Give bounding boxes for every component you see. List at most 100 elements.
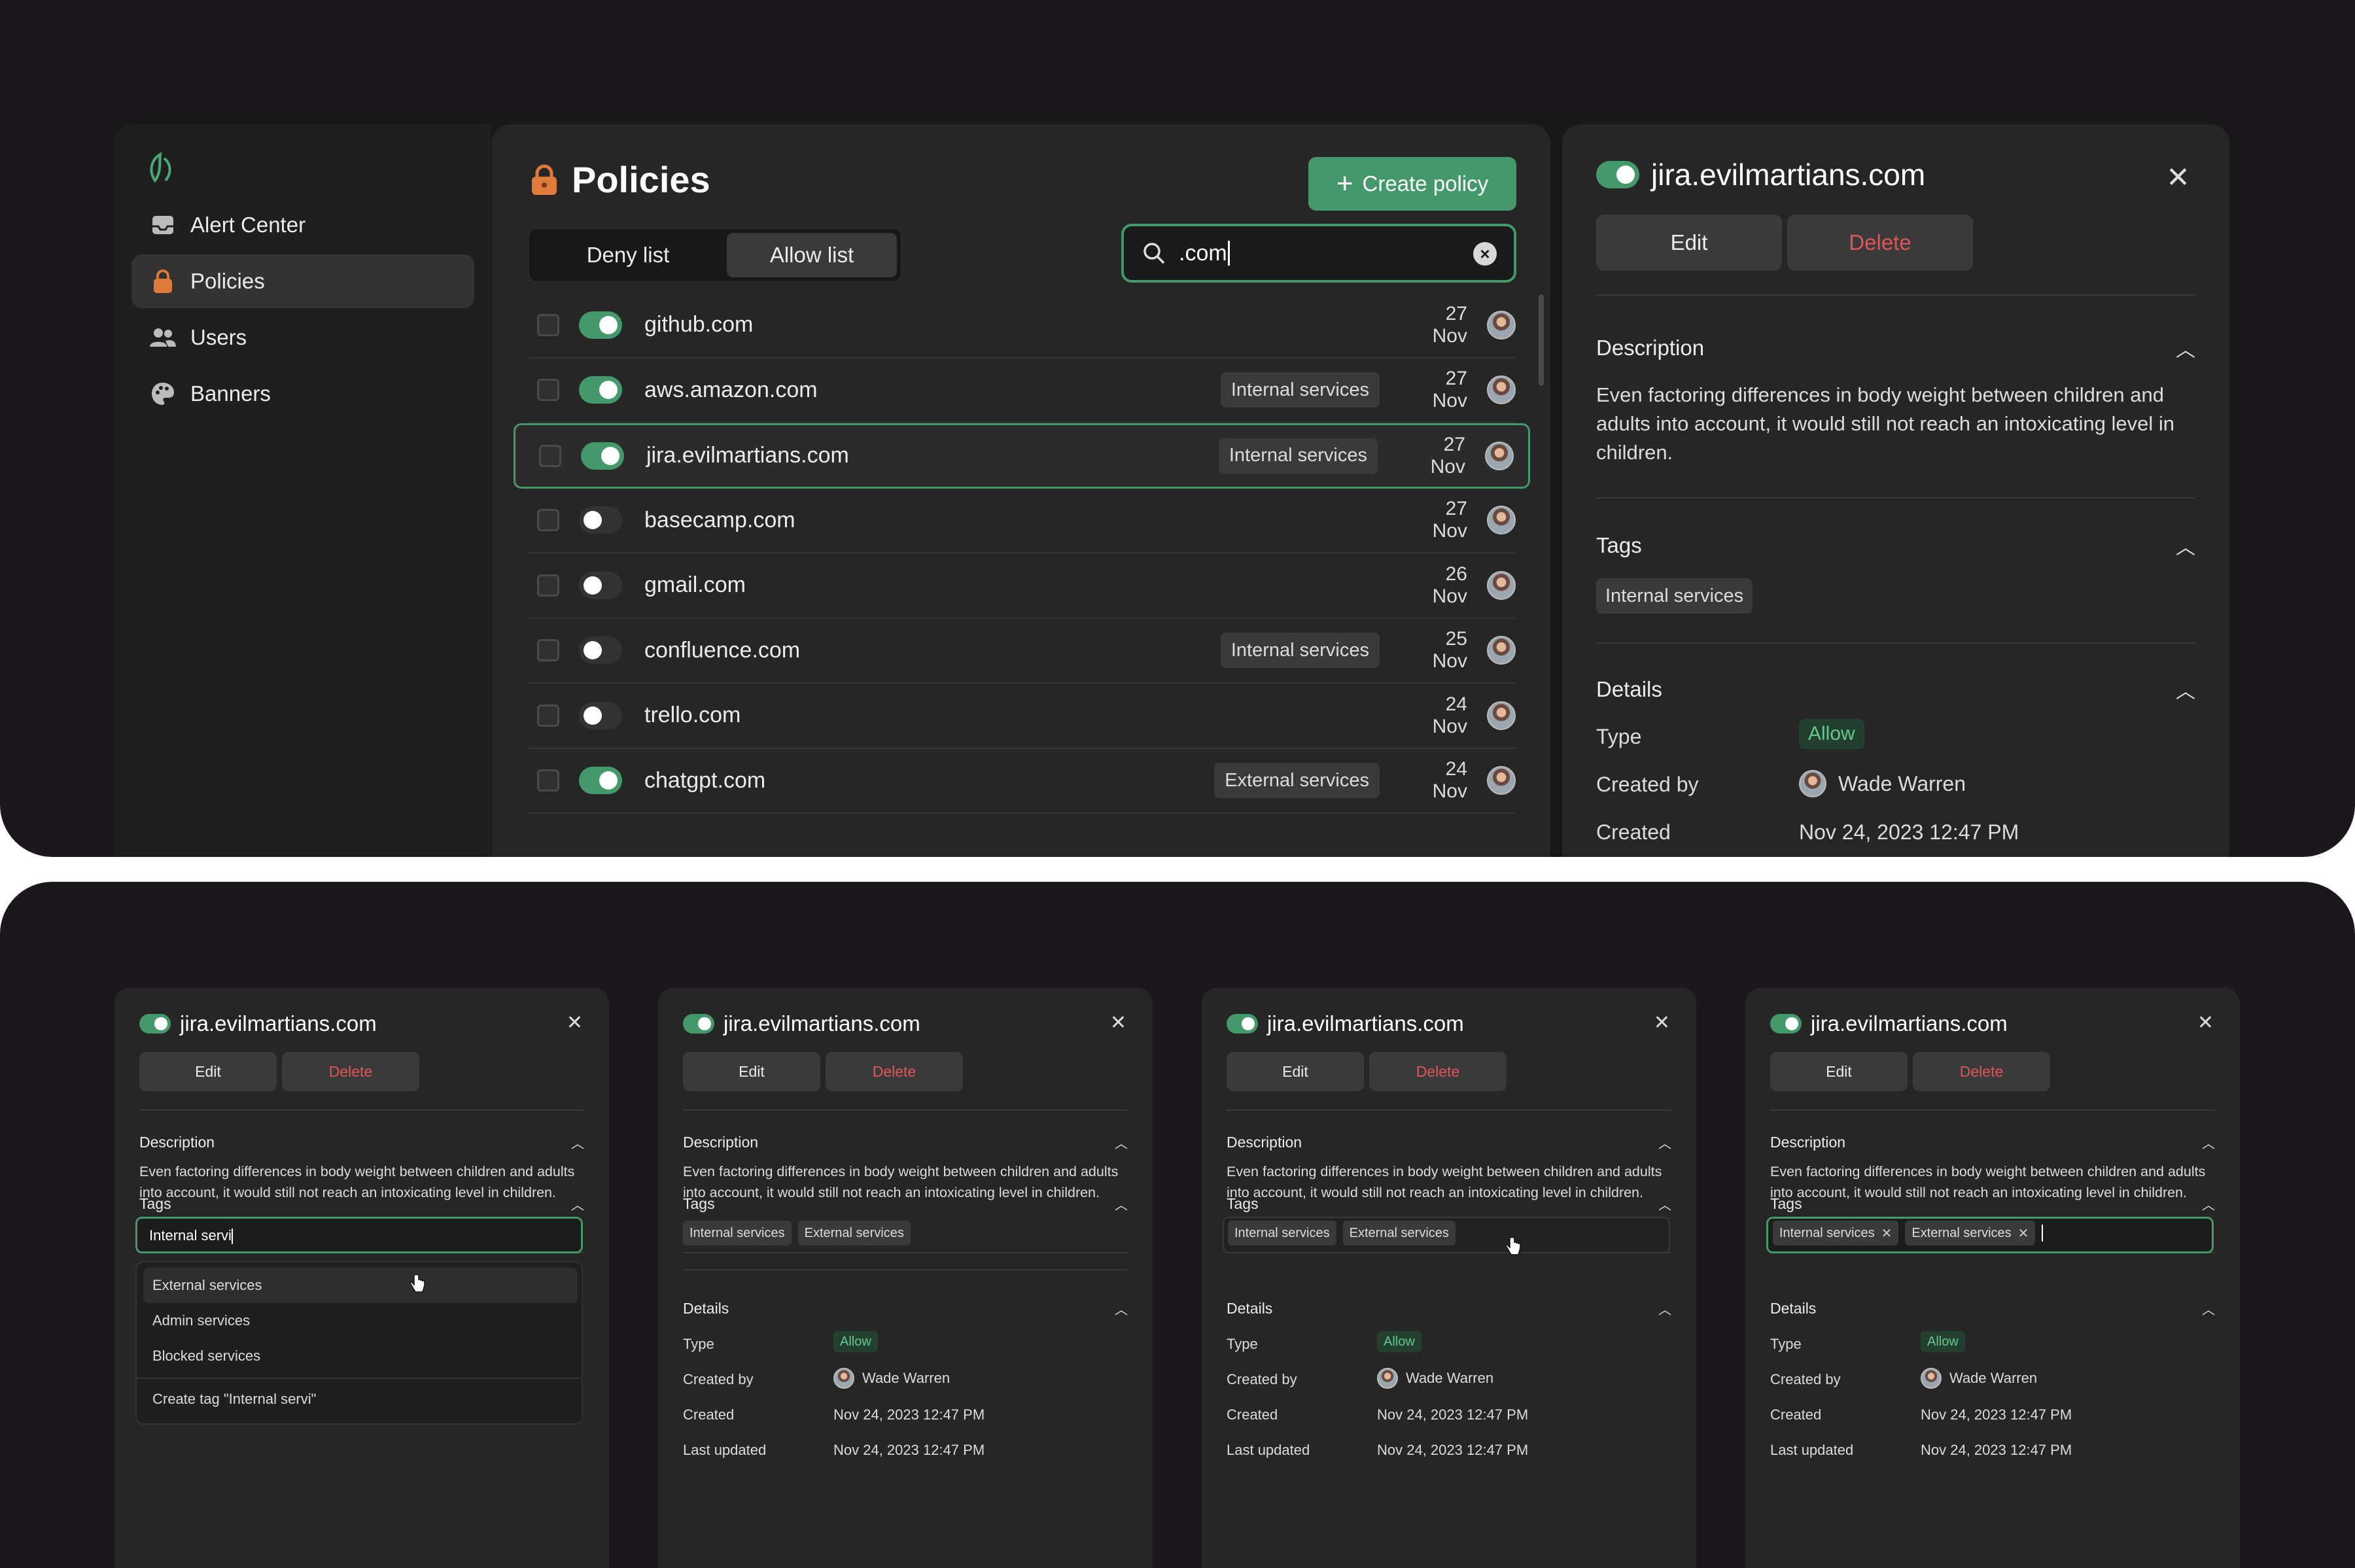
chevron-up-icon[interactable]: ︿ bbox=[2176, 334, 2195, 362]
tag-chip[interactable]: External services ✕ bbox=[1905, 1221, 2036, 1246]
policy-toggle[interactable] bbox=[579, 767, 622, 795]
tag-chip[interactable]: Internal services bbox=[683, 1221, 792, 1246]
row-checkbox[interactable] bbox=[537, 574, 559, 597]
divider bbox=[1770, 1109, 2215, 1111]
edit-button[interactable]: Edit bbox=[139, 1052, 277, 1091]
policy-row[interactable]: basecamp.com 27 Nov bbox=[528, 489, 1516, 553]
tag-chip[interactable]: External services bbox=[1342, 1221, 1456, 1246]
delete-button[interactable]: Delete bbox=[1369, 1052, 1507, 1091]
close-icon[interactable]: ✕ bbox=[1110, 1011, 1126, 1034]
delete-button[interactable]: Delete bbox=[826, 1052, 963, 1091]
policy-row[interactable]: aws.amazon.com Internal services 27 Nov bbox=[528, 358, 1516, 423]
policy-toggle[interactable] bbox=[579, 506, 622, 534]
policy-enabled-toggle[interactable] bbox=[1770, 1014, 1802, 1034]
lock-icon bbox=[150, 268, 176, 294]
row-checkbox[interactable] bbox=[537, 639, 559, 662]
chevron-up-icon[interactable]: ︿ bbox=[571, 1133, 584, 1152]
policy-enabled-toggle[interactable] bbox=[1227, 1014, 1258, 1034]
policy-enabled-toggle[interactable] bbox=[139, 1014, 171, 1034]
avatar bbox=[1487, 570, 1516, 600]
scrollbar[interactable] bbox=[1539, 294, 1544, 386]
policy-row[interactable]: jira.evilmartians.com Internal services 27… bbox=[514, 423, 1530, 489]
policy-row[interactable]: confluence.com Internal services 25 Nov bbox=[528, 619, 1516, 684]
tag-input[interactable]: Internal servi bbox=[149, 1227, 233, 1245]
chevron-up-icon[interactable]: ︿ bbox=[1658, 1299, 1671, 1318]
chevron-up-icon[interactable]: ︿ bbox=[2176, 675, 2195, 704]
avatar bbox=[1487, 375, 1516, 405]
chevron-up-icon[interactable]: ︿ bbox=[1658, 1133, 1671, 1152]
close-icon[interactable]: ✕ bbox=[2166, 164, 2190, 192]
create-tag-option[interactable]: Create tag "Internal servi" bbox=[143, 1382, 578, 1417]
policy-toggle[interactable] bbox=[579, 701, 622, 729]
tab-deny-list[interactable]: Deny list bbox=[533, 233, 723, 277]
policy-row[interactable]: github.com 27 Nov bbox=[528, 293, 1516, 358]
sidebar-item-users[interactable]: Users bbox=[131, 311, 474, 364]
tag-chip[interactable]: Internal services bbox=[1596, 578, 1753, 614]
policy-row[interactable]: trello.com 24 Nov bbox=[528, 684, 1516, 749]
policy-toggle[interactable] bbox=[579, 376, 622, 404]
dropdown-option[interactable]: Admin services bbox=[143, 1303, 578, 1338]
clear-search-icon[interactable]: × bbox=[1473, 242, 1497, 266]
chevron-up-icon[interactable]: ︿ bbox=[2202, 1133, 2215, 1152]
policy-date: 27 Nov bbox=[1432, 498, 1467, 542]
chevron-up-icon[interactable]: ︿ bbox=[2176, 531, 2195, 560]
sidebar-item-banners[interactable]: Banners bbox=[131, 367, 474, 421]
edit-button[interactable]: Edit bbox=[1770, 1052, 1908, 1091]
remove-tag-icon[interactable]: ✕ bbox=[1881, 1225, 1893, 1242]
search-input[interactable]: .com bbox=[1179, 241, 1227, 266]
search-field[interactable]: .com × bbox=[1121, 224, 1516, 283]
chevron-up-icon[interactable]: ︿ bbox=[1115, 1133, 1128, 1152]
status-badge: Allow bbox=[1799, 719, 1864, 749]
tag-chip-label: Internal services bbox=[1779, 1225, 1875, 1240]
tag-chip[interactable]: External services bbox=[797, 1221, 911, 1246]
policy-enabled-toggle[interactable] bbox=[1596, 161, 1639, 188]
policy-row[interactable]: gmail.com 26 Nov bbox=[528, 553, 1516, 619]
sidebar-item-policies[interactable]: Policies bbox=[131, 254, 474, 308]
policy-row[interactable]: chatgpt.com External services 24 Nov bbox=[528, 749, 1516, 814]
chevron-up-icon[interactable]: ︿ bbox=[2202, 1299, 2215, 1318]
leaf-logo[interactable] bbox=[146, 152, 175, 183]
chevron-up-icon[interactable]: ︿ bbox=[2202, 1194, 2215, 1213]
lock-icon bbox=[532, 164, 557, 195]
tab-allow-list[interactable]: Allow list bbox=[727, 233, 897, 277]
description-section: Description ︿ Even factoring differences … bbox=[139, 1133, 584, 1204]
tag-chip[interactable]: Internal services bbox=[1228, 1221, 1336, 1246]
delete-button[interactable]: Delete bbox=[1787, 215, 1973, 271]
close-icon[interactable]: ✕ bbox=[1654, 1011, 1670, 1034]
tag-chip[interactable]: Internal services ✕ bbox=[1773, 1221, 1899, 1246]
delete-button[interactable]: Delete bbox=[282, 1052, 419, 1091]
chevron-up-icon[interactable]: ︿ bbox=[1115, 1299, 1128, 1318]
policy-toggle[interactable] bbox=[581, 442, 624, 470]
chevron-up-icon[interactable]: ︿ bbox=[1115, 1194, 1128, 1213]
dropdown-option[interactable]: External services bbox=[143, 1268, 578, 1303]
tag-input-field[interactable]: Internal servi bbox=[135, 1217, 583, 1253]
edit-button[interactable]: Edit bbox=[1227, 1052, 1364, 1091]
close-icon[interactable]: ✕ bbox=[2197, 1011, 2214, 1034]
divider bbox=[137, 1378, 582, 1379]
row-checkbox[interactable] bbox=[537, 313, 559, 336]
policy-toggle[interactable] bbox=[579, 571, 622, 599]
create-policy-button[interactable]: + Create policy bbox=[1308, 157, 1516, 211]
card-title: jira.evilmartians.com bbox=[1811, 1011, 2008, 1036]
chevron-up-icon[interactable]: ︿ bbox=[571, 1194, 584, 1213]
policy-toggle[interactable] bbox=[579, 636, 622, 665]
edit-button[interactable]: Edit bbox=[683, 1052, 820, 1091]
dropdown-option[interactable]: Blocked services bbox=[143, 1338, 578, 1374]
row-checkbox[interactable] bbox=[537, 769, 559, 792]
edit-button[interactable]: Edit bbox=[1596, 215, 1782, 271]
row-checkbox[interactable] bbox=[537, 379, 559, 402]
sidebar-item-alert-center[interactable]: Alert Center bbox=[131, 198, 474, 252]
close-icon[interactable]: ✕ bbox=[567, 1011, 583, 1034]
type-label: Type bbox=[1770, 1336, 1802, 1352]
row-checkbox[interactable] bbox=[537, 509, 559, 532]
created-by-value: Wade Warren bbox=[1799, 770, 1966, 797]
row-checkbox[interactable] bbox=[537, 704, 559, 727]
delete-button[interactable]: Delete bbox=[1913, 1052, 2050, 1091]
section-heading: Tags bbox=[1596, 533, 1642, 557]
policy-toggle[interactable] bbox=[579, 311, 622, 339]
avatar bbox=[1487, 310, 1516, 340]
chevron-up-icon[interactable]: ︿ bbox=[1658, 1194, 1671, 1213]
remove-tag-icon[interactable]: ✕ bbox=[2018, 1225, 2029, 1242]
row-checkbox[interactable] bbox=[539, 444, 561, 467]
policy-enabled-toggle[interactable] bbox=[683, 1014, 714, 1034]
